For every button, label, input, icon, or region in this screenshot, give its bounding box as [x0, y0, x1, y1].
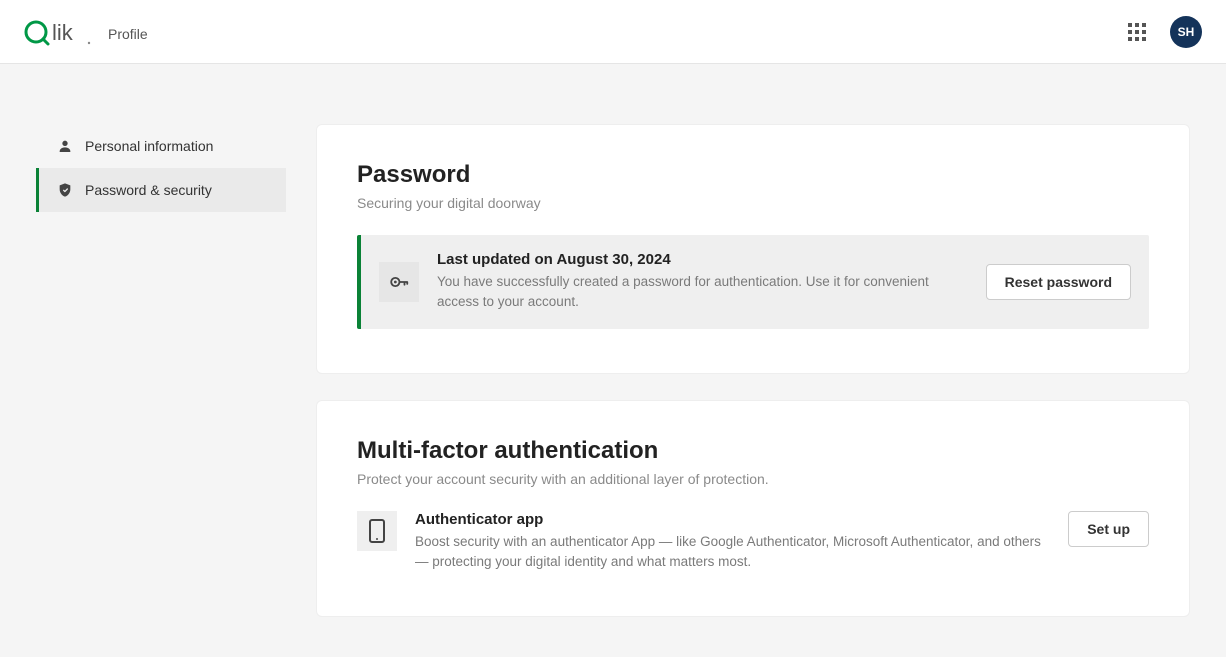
password-title: Password: [357, 161, 1149, 189]
setup-button[interactable]: Set up: [1068, 511, 1149, 547]
sidebar-item-label: Personal information: [85, 138, 213, 154]
mfa-item-title: Authenticator app: [415, 511, 1050, 528]
sidebar-item-personal-information[interactable]: Personal information: [36, 124, 286, 168]
sidebar-item-label: Password & security: [85, 182, 212, 198]
password-card: Password Securing your digital doorway L…: [316, 124, 1190, 374]
avatar[interactable]: SH: [1170, 16, 1202, 48]
main-content: Password Securing your digital doorway L…: [316, 124, 1190, 617]
mfa-title: Multi-factor authentication: [357, 437, 1149, 465]
reset-password-button[interactable]: Reset password: [986, 264, 1131, 300]
sidebar-item-password-security[interactable]: Password & security: [36, 168, 286, 212]
topbar: lik Profile SH: [0, 0, 1226, 64]
apps-grid-icon[interactable]: [1122, 17, 1152, 47]
layout: Personal information Password & security…: [0, 64, 1226, 657]
topbar-left: lik Profile: [24, 18, 148, 46]
qlik-logo[interactable]: lik: [24, 18, 94, 46]
password-notice-title: Last updated on August 30, 2024: [437, 251, 968, 268]
mfa-item-body: Authenticator app Boost security with an…: [415, 511, 1050, 573]
phone-icon: [357, 511, 397, 551]
password-notice: Last updated on August 30, 2024 You have…: [357, 235, 1149, 329]
password-subtitle: Securing your digital doorway: [357, 195, 1149, 211]
mfa-subtitle: Protect your account security with an ad…: [357, 471, 1149, 487]
avatar-initials: SH: [1178, 25, 1195, 39]
mfa-card: Multi-factor authentication Protect your…: [316, 400, 1190, 618]
mfa-authenticator-row: Authenticator app Boost security with an…: [357, 511, 1149, 573]
topbar-right: SH: [1122, 16, 1202, 48]
shield-icon: [57, 182, 73, 198]
mfa-item-desc: Boost security with an authenticator App…: [415, 532, 1050, 573]
key-icon: [379, 262, 419, 302]
password-notice-body: Last updated on August 30, 2024 You have…: [437, 251, 968, 313]
sidebar: Personal information Password & security: [36, 124, 286, 212]
person-icon: [57, 138, 73, 154]
svg-text:lik: lik: [52, 20, 74, 45]
password-notice-desc: You have successfully created a password…: [437, 272, 968, 313]
page-label: Profile: [108, 26, 148, 42]
